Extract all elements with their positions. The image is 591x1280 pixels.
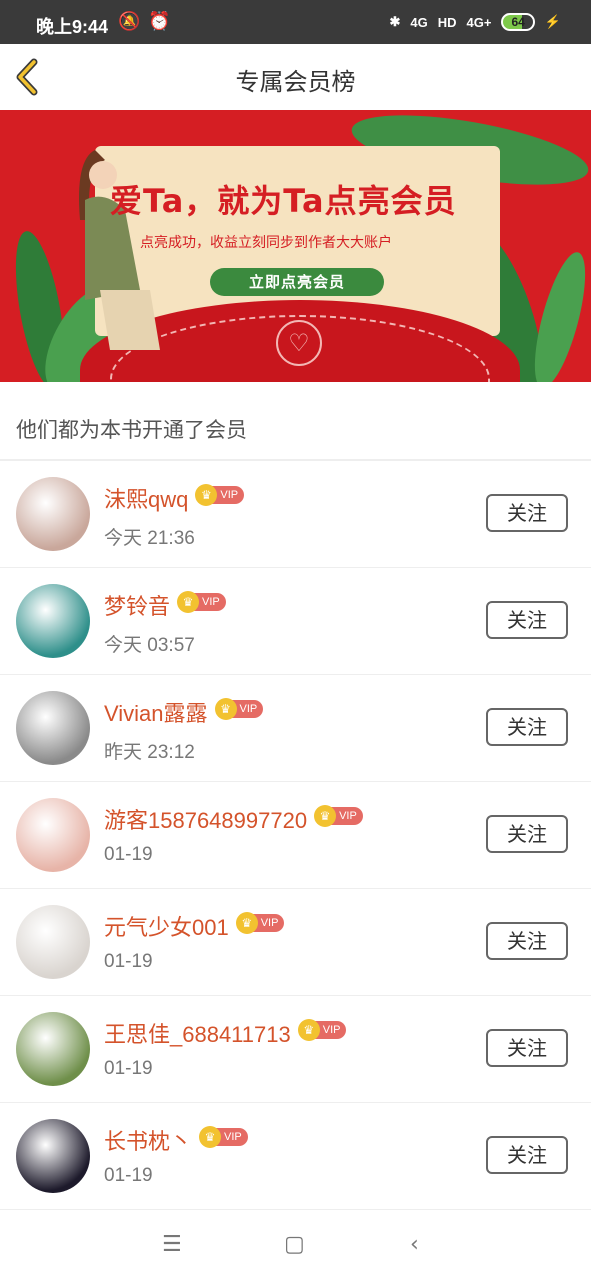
signal-icon: 4G: [410, 14, 428, 30]
member-name[interactable]: 王思佳_688411713: [104, 1022, 291, 1047]
member-name[interactable]: 沫熙qwq: [104, 487, 188, 512]
avatar[interactable]: [16, 798, 90, 872]
avatar[interactable]: [16, 691, 90, 765]
system-nav-bar: ☰ ▢ ‹: [0, 1210, 591, 1280]
list-item[interactable]: 游客1587648997720 ♛ VIP 01-19 关注: [0, 782, 591, 889]
member-name[interactable]: 长书枕丶: [104, 1129, 192, 1154]
bluetooth-icon: ✱: [389, 14, 401, 29]
charging-icon: ⚡: [544, 14, 561, 29]
crown-icon: ♛: [214, 698, 237, 721]
list-item[interactable]: 王思佳_688411713 ♛ VIP 01-19 关注: [0, 996, 591, 1103]
follow-button[interactable]: 关注: [486, 922, 568, 960]
home-icon[interactable]: ▢: [284, 1232, 305, 1257]
crown-icon: ♛: [177, 591, 200, 614]
alarm-icon: ⏰: [148, 11, 171, 32]
menu-icon[interactable]: ☰: [162, 1232, 182, 1257]
status-bar: 晚上9:44 🔕 ⏰ ✱ 4G HD 4G+ 64 ⚡: [0, 0, 591, 44]
list-item[interactable]: 梦铃音 ♛ VIP 今天 03:57 关注: [0, 568, 591, 675]
follow-button[interactable]: 关注: [486, 1029, 568, 1067]
light-up-vip-button[interactable]: 立即点亮会员: [210, 268, 384, 296]
member-time: 01-19: [104, 844, 153, 865]
heart-seal-icon: ♡: [276, 320, 322, 366]
promo-banner[interactable]: ♡ 爱Ta，就为Ta点亮会员 点亮成功，收益立刻同步到作者大大账户 立即点亮会员: [0, 110, 591, 382]
member-time: 01-19: [104, 1165, 153, 1186]
status-right: ✱ 4G HD 4G+ 64 ⚡: [389, 13, 561, 31]
follow-button[interactable]: 关注: [486, 601, 568, 639]
list-item[interactable]: 沫熙qwq ♛ VIP 今天 21:36 关注: [0, 461, 591, 568]
list-item[interactable]: 长书枕丶 ♛ VIP 01-19 关注: [0, 1103, 591, 1210]
page-title: 专属会员榜: [235, 68, 356, 96]
status-time: 晚上9:44: [36, 17, 109, 37]
hd-icon: HD: [437, 14, 457, 30]
banner-subline: 点亮成功，收益立刻同步到作者大大账户: [140, 235, 392, 251]
crown-icon: ♛: [297, 1019, 320, 1042]
member-list: 沫熙qwq ♛ VIP 今天 21:36 关注 梦铃音 ♛ VIP 今天 03:57 关…: [0, 461, 591, 1210]
crown-icon: ♛: [195, 484, 218, 507]
section-title: 他们都为本书开通了会员: [16, 418, 247, 442]
member-name[interactable]: 游客1587648997720: [104, 808, 307, 833]
follow-button[interactable]: 关注: [486, 815, 568, 853]
follow-button[interactable]: 关注: [486, 494, 568, 532]
avatar[interactable]: [16, 1012, 90, 1086]
avatar[interactable]: [16, 584, 90, 658]
vip-badge: ♛ VIP: [199, 1126, 248, 1149]
vip-badge: ♛ VIP: [314, 805, 363, 828]
member-time: 昨天 23:12: [104, 742, 195, 763]
member-name[interactable]: 梦铃音: [104, 594, 170, 619]
back-icon[interactable]: ‹: [410, 1232, 419, 1257]
member-name[interactable]: Vivian露露: [104, 701, 208, 726]
crown-icon: ♛: [235, 912, 258, 935]
list-item[interactable]: 元气少女001 ♛ VIP 01-19 关注: [0, 889, 591, 996]
vip-badge: ♛ VIP: [214, 698, 264, 721]
avatar[interactable]: [16, 477, 90, 551]
avatar[interactable]: [16, 1119, 90, 1193]
follow-button[interactable]: 关注: [486, 708, 568, 746]
signal2-icon: 4G+: [466, 14, 492, 30]
mute-icon: 🔕: [118, 11, 141, 32]
list-item[interactable]: Vivian露露 ♛ VIP 昨天 23:12 关注: [0, 675, 591, 782]
vip-badge: ♛ VIP: [297, 1019, 347, 1042]
nav-bar: 专属会员榜: [0, 44, 591, 110]
member-time: 01-19: [104, 1058, 153, 1079]
vip-badge: ♛ VIP: [195, 484, 245, 507]
vip-badge: ♛ VIP: [177, 591, 226, 614]
crown-icon: ♛: [199, 1126, 222, 1149]
member-time: 01-19: [104, 951, 153, 972]
avatar[interactable]: [16, 905, 90, 979]
battery-icon: 64: [501, 13, 535, 31]
member-time: 今天 03:57: [104, 635, 195, 656]
banner-headline: 爱Ta，就为Ta点亮会员: [110, 182, 457, 220]
follow-button[interactable]: 关注: [486, 1136, 568, 1174]
crown-icon: ♛: [314, 805, 337, 828]
vip-badge: ♛ VIP: [235, 912, 285, 935]
member-time: 今天 21:36: [104, 528, 195, 549]
member-name[interactable]: 元气少女001: [104, 915, 229, 940]
